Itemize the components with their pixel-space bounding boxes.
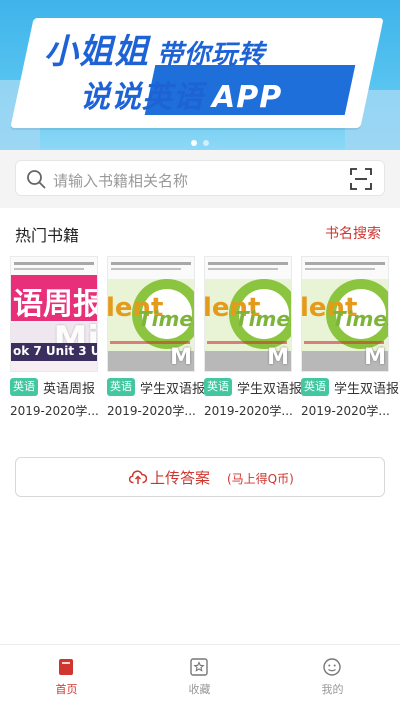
book-cover[interactable]: 语周报 Mi ok 7 Unit 3 Unit	[10, 256, 98, 372]
promo-banner[interactable]: 小姐姐 带你玩转 说说英语 APP	[0, 0, 400, 150]
search-input[interactable]: 请输入书籍相关名称	[15, 160, 385, 196]
star-icon	[190, 658, 208, 676]
upload-reward-note: (马上得Q币)	[227, 472, 294, 486]
subject-tag: 英语	[107, 378, 135, 396]
section-title: 热门书籍	[15, 226, 80, 245]
pager-dot[interactable]	[203, 140, 209, 146]
book-year: 2019-2020学...	[204, 404, 292, 418]
book-title: 英语周报	[43, 382, 96, 397]
book-name-search-link[interactable]: 书名搜索	[325, 223, 381, 243]
book-title: 学生双语报	[334, 382, 400, 397]
user-icon	[323, 658, 341, 676]
book-card[interactable]: lent Times M 英语 学生双语报 2019-2020学...	[107, 256, 205, 419]
tab-home[interactable]: 首页	[0, 645, 133, 701]
banner-headline: 小姐姐 带你玩转	[44, 32, 266, 72]
banner-subheadline: 说说英语 APP	[80, 80, 283, 115]
hot-books-list: 语周报 Mi ok 7 Unit 3 Unit 英语 英语周报 2019-202…	[10, 256, 399, 426]
subject-tag: 英语	[10, 378, 38, 396]
subject-tag: 英语	[301, 378, 329, 396]
tab-favorites[interactable]: 收藏	[133, 645, 266, 701]
book-year: 2019-2020学...	[301, 404, 389, 418]
banner-pager	[0, 131, 400, 150]
tab-label: 收藏	[188, 683, 211, 696]
scan-icon[interactable]	[350, 168, 372, 190]
search-bar-area: 请输入书籍相关名称	[0, 150, 400, 208]
upload-answer-button[interactable]: 上传答案 (马上得Q币)	[15, 457, 385, 497]
pager-dot-active[interactable]	[191, 140, 197, 146]
book-cover[interactable]: lent Times M	[107, 256, 195, 372]
search-icon	[27, 170, 46, 189]
bottom-tab-bar: 首页 收藏 我的	[0, 644, 400, 701]
hot-books-header: 热门书籍 书名搜索	[15, 222, 385, 246]
book-year: 2019-2020学...	[10, 404, 98, 418]
cloud-upload-icon	[129, 470, 147, 484]
tab-label: 我的	[321, 683, 344, 696]
book-title: 学生双语报	[237, 382, 303, 397]
book-year: 2019-2020学...	[107, 404, 195, 418]
search-placeholder: 请输入书籍相关名称	[53, 172, 189, 190]
book-cover[interactable]: lent Times M	[301, 256, 389, 372]
book-card[interactable]: lent Times M 英语 学生双语报 2019-2020学...	[301, 256, 399, 419]
subject-tag: 英语	[204, 378, 232, 396]
tab-label: 首页	[55, 683, 78, 696]
tab-mine[interactable]: 我的	[266, 645, 399, 701]
book-title: 学生双语报	[140, 382, 206, 397]
book-card[interactable]: 语周报 Mi ok 7 Unit 3 Unit 英语 英语周报 2019-202…	[10, 256, 98, 419]
upload-label: 上传答案	[150, 469, 211, 487]
book-cover[interactable]: lent Times M	[204, 256, 292, 372]
book-card[interactable]: lent Times M 英语 学生双语报 2019-2020学...	[204, 256, 302, 419]
home-book-icon	[59, 659, 73, 675]
